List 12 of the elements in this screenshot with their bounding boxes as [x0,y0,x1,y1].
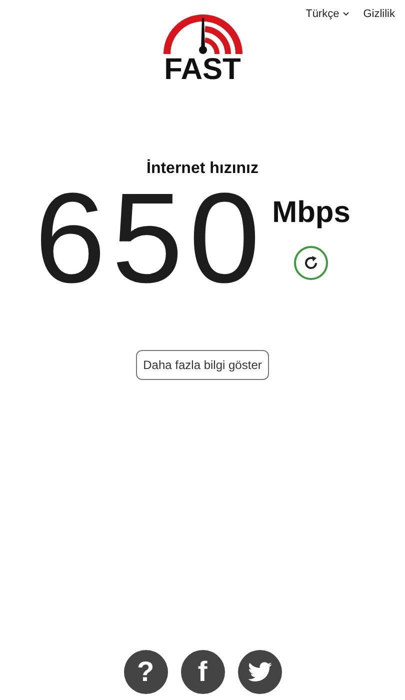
privacy-link[interactable]: Gizlilik [363,8,395,20]
refresh-button[interactable] [294,246,328,280]
twitter-button[interactable] [238,650,282,694]
facebook-button[interactable]: f [180,650,224,694]
help-button[interactable]: ? [124,650,168,694]
logo-text: FAST [164,56,241,84]
speed-unit: Mbps [272,196,350,230]
bird-icon [248,662,272,682]
language-dropdown[interactable]: Türkçe [306,8,350,20]
more-info-button[interactable]: Daha fazla bilgi göster [136,350,269,380]
caret-icon [343,12,350,16]
refresh-icon [303,255,320,271]
